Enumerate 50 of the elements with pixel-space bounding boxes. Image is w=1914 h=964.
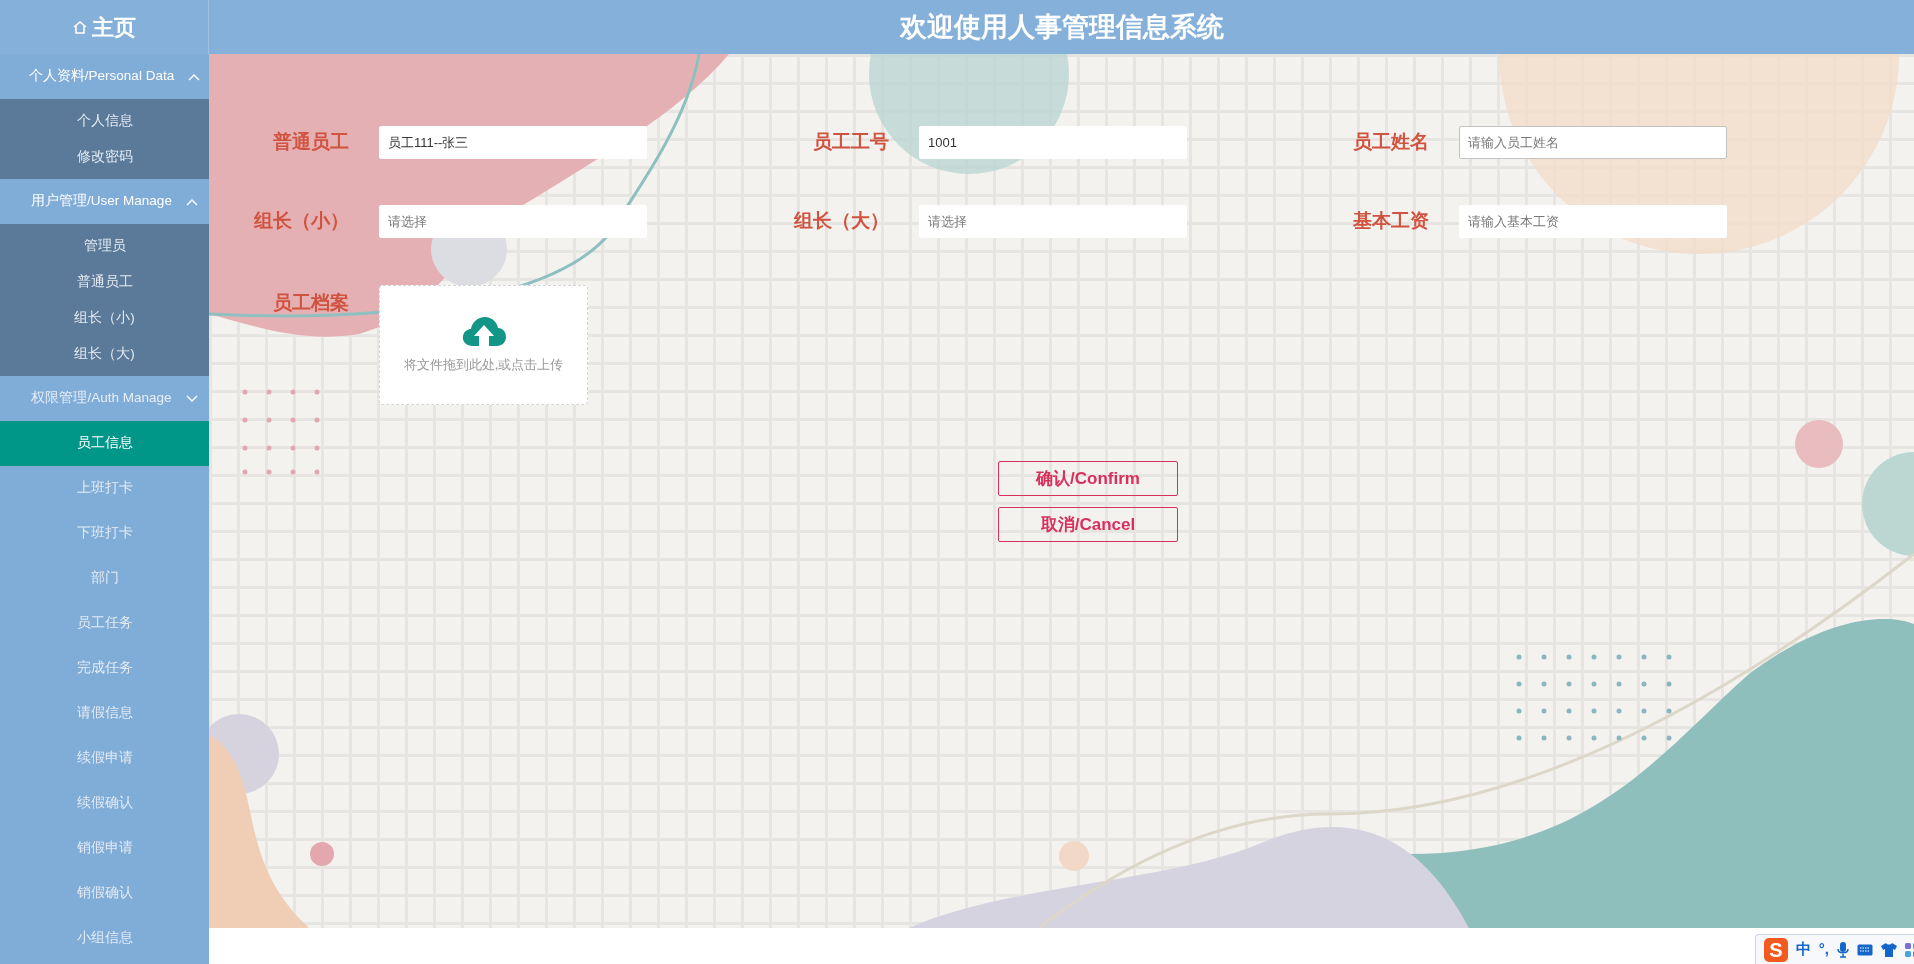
input-field[interactable]: 1001 [919, 126, 1187, 159]
chevron-up-icon [185, 197, 198, 206]
page-title: 欢迎使用人事管理信息系统 [899, 10, 1224, 44]
decorative-circle [310, 842, 334, 866]
upload-hint: 将文件拖到此处,或点击上传 [403, 356, 564, 375]
chevron-down-icon [185, 394, 198, 403]
microphone-icon[interactable] [1837, 941, 1849, 958]
home-icon [72, 19, 88, 35]
chevron-up-icon [188, 72, 201, 81]
decorative-circle [1059, 841, 1089, 871]
field-label: 组长（大） [793, 209, 890, 234]
menu-item[interactable]: 销假申请 [0, 826, 209, 871]
menu-item[interactable]: 请假信息 [0, 691, 209, 736]
decorative-circle [1795, 420, 1843, 468]
menu-item[interactable]: 续假确认 [0, 781, 209, 826]
shirt-icon[interactable] [1881, 942, 1897, 957]
cloud-upload-icon [460, 315, 507, 348]
menu-group[interactable]: 个人资料/Personal Data [0, 54, 209, 99]
keyboard-icon[interactable] [1857, 943, 1873, 956]
menu-item[interactable]: 部门 [0, 556, 209, 601]
input-field[interactable]: 员工111--张三 [379, 126, 647, 159]
menu-item[interactable]: 下班打卡 [0, 511, 209, 556]
menu-item[interactable]: 续假申请 [0, 736, 209, 781]
menu-group[interactable]: 权限管理/Auth Manage [0, 376, 209, 421]
menu-item[interactable]: 员工信息 [0, 421, 209, 466]
menu-item[interactable]: 组长（大) [0, 336, 209, 372]
menu-item[interactable]: 员工任务 [0, 601, 209, 646]
field-label: 员工姓名 [1352, 130, 1430, 155]
menu-item[interactable]: 小组信息 [0, 916, 209, 961]
ime-logo[interactable]: S [1763, 937, 1788, 962]
menu-group[interactable]: 用户管理/User Manage [0, 179, 209, 224]
menu-item[interactable]: 管理员 [0, 228, 209, 264]
input-field[interactable]: 请输入员工姓名 [1459, 126, 1727, 159]
menu-item[interactable]: 个人信息 [0, 103, 209, 139]
menu-item[interactable]: 销假确认 [0, 871, 209, 916]
action-button[interactable]: 取消/Cancel [998, 507, 1178, 542]
field-label: 员工工号 [812, 130, 890, 155]
menu-item[interactable]: 组长（小) [0, 300, 209, 336]
menu-item[interactable]: 上班打卡 [0, 466, 209, 511]
menu-item[interactable]: 普通员工 [0, 264, 209, 300]
field-label: 普通员工 [272, 130, 350, 155]
action-button[interactable]: 确认/Confirm [998, 461, 1178, 496]
field-label: 组长（小） [253, 209, 350, 234]
field-label: 基本工资 [1352, 209, 1430, 234]
field-label: 员工档案 [272, 291, 350, 315]
ime-mode-text[interactable]: °, [1818, 938, 1829, 961]
menu-item[interactable]: 修改密码 [0, 139, 209, 175]
upload-area[interactable]: 将文件拖到此处,或点击上传 [379, 285, 588, 405]
menu-item[interactable]: 完成任务 [0, 646, 209, 691]
ime-mode-text[interactable]: 中 [1795, 938, 1811, 961]
